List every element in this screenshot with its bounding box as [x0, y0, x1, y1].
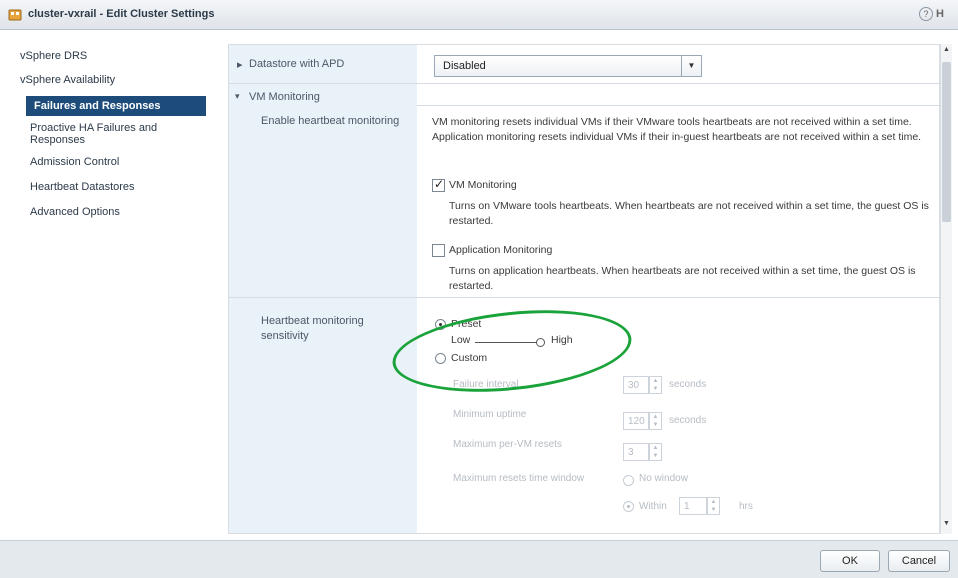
dialog-footer: OK Cancel [0, 540, 958, 578]
heartbeat-description: VM monitoring resets individual VMs if t… [432, 116, 922, 143]
minimum-uptime-value: 120 [628, 416, 645, 427]
stepper-icon[interactable]: ▲ ▼ [649, 376, 662, 394]
app-monitoring-label: Application Monitoring [449, 244, 553, 256]
datastore-apd-select[interactable]: Disabled ▼ [434, 55, 702, 77]
help-button[interactable]: ? H [918, 7, 944, 21]
nav-item-failures-and-responses[interactable]: Failures and Responses [26, 96, 206, 116]
nav-item-proactive-ha[interactable]: Proactive HA Failures and Responses [30, 122, 180, 146]
title-bar: cluster-vxrail - Edit Cluster Settings ?… [0, 0, 958, 30]
app-monitoring-checkbox[interactable] [432, 244, 445, 257]
window-title: cluster-vxrail - Edit Cluster Settings [28, 8, 215, 20]
scroll-up-icon[interactable]: ▲ [941, 46, 952, 58]
minimum-uptime-unit: seconds [669, 415, 707, 426]
stepper-icon[interactable]: ▲ ▼ [649, 443, 662, 461]
scroll-down-icon[interactable]: ▼ [941, 520, 952, 532]
vm-monitoring-description: Turns on VMware tools heartbeats. When h… [449, 200, 929, 227]
nav-item-admission-control[interactable]: Admission Control [30, 156, 119, 168]
minimum-uptime-label: Minimum uptime [453, 409, 527, 420]
divider [229, 83, 941, 84]
max-resets-input[interactable]: 3 ▲ ▼ [623, 443, 662, 461]
no-window-radio[interactable] [623, 475, 634, 486]
scrollbar-thumb[interactable] [942, 62, 951, 222]
failure-interval-value: 30 [628, 380, 640, 391]
within-unit: hrs [739, 501, 753, 512]
within-input[interactable]: 1 ▲ ▼ [679, 497, 720, 515]
datastore-apd-value: Disabled [443, 60, 486, 72]
failure-interval-unit: seconds [669, 379, 707, 390]
vm-monitoring-section-label: VM Monitoring [249, 91, 320, 103]
collapse-chevron-icon[interactable]: ▾ [235, 91, 240, 102]
sensitivity-label: Heartbeat monitoring sensitivity [261, 315, 364, 342]
vm-monitoring-label: VM Monitoring [449, 179, 517, 191]
vm-monitoring-checkbox[interactable]: ✓ [432, 177, 445, 192]
app-monitoring-description: Turns on application heartbeats. When he… [449, 265, 916, 292]
settings-panel: ▸ Datastore with APD Disabled ▼ ▾ VM Mon… [228, 44, 941, 534]
cluster-icon [8, 9, 22, 21]
nav-item-advanced-options[interactable]: Advanced Options [30, 206, 120, 218]
max-resets-label: Maximum per-VM resets [453, 439, 562, 450]
max-resets-value: 3 [628, 447, 634, 458]
settings-nav: vSphere DRS vSphere Availability Failure… [12, 44, 222, 524]
no-window-label: No window [639, 473, 688, 484]
chevron-down-icon[interactable]: ▼ [681, 56, 701, 76]
failure-interval-input[interactable]: 30 ▲ ▼ [623, 376, 662, 394]
checkmark-icon: ✓ [434, 177, 445, 191]
nav-item-heartbeat-datastores[interactable]: Heartbeat Datastores [30, 181, 135, 193]
expand-chevron-icon[interactable]: ▸ [237, 58, 243, 71]
vertical-scrollbar[interactable]: ▲ ▼ [940, 44, 952, 534]
nav-item-vsphere-drs[interactable]: vSphere DRS [20, 50, 87, 62]
radio-selected-dot [627, 505, 630, 508]
minimum-uptime-input[interactable]: 120 ▲ ▼ [623, 412, 662, 430]
divider [229, 297, 941, 298]
cancel-button[interactable]: Cancel [888, 550, 950, 572]
help-icon: ? [918, 7, 933, 21]
divider [417, 105, 941, 106]
nav-item-vsphere-availability[interactable]: vSphere Availability [20, 74, 115, 86]
enable-heartbeat-label: Enable heartbeat monitoring [261, 115, 400, 127]
within-value: 1 [684, 501, 690, 512]
stepper-icon[interactable]: ▲ ▼ [707, 497, 720, 515]
max-resets-window-label: Maximum resets time window [453, 473, 585, 484]
within-label: Within [639, 501, 667, 512]
stepper-icon[interactable]: ▲ ▼ [649, 412, 662, 430]
help-extra-label: H [936, 8, 944, 20]
within-radio[interactable] [623, 501, 634, 512]
ok-button[interactable]: OK [820, 550, 880, 572]
datastore-apd-label: Datastore with APD [249, 58, 345, 70]
